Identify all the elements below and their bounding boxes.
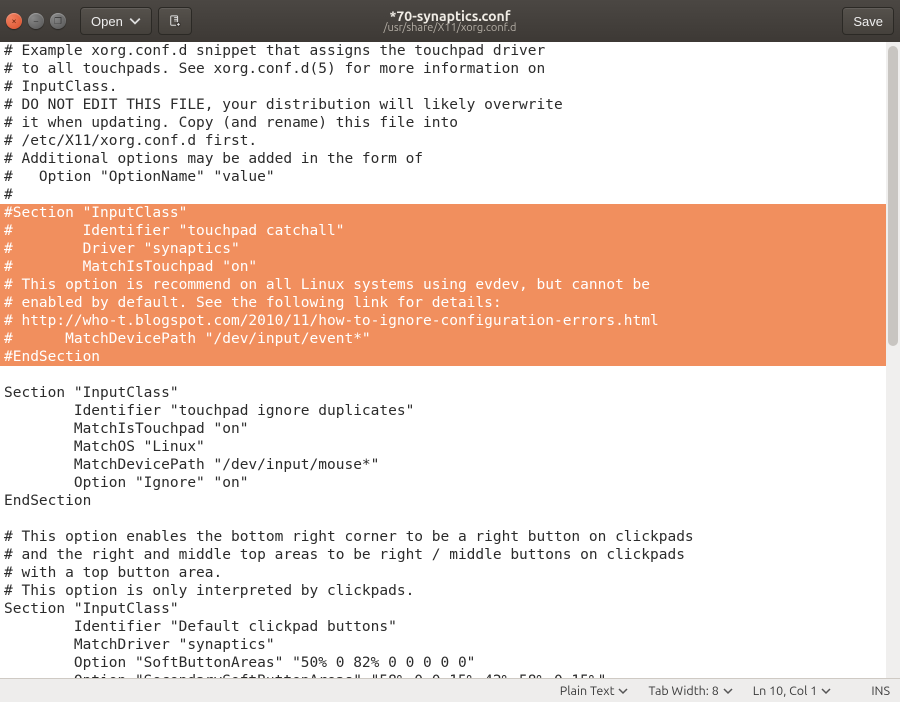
titlebar: × – ❐ Open *70-synaptics.conf /usr/share…	[0, 0, 900, 42]
syntax-mode-dropdown[interactable]: Plain Text	[560, 684, 629, 698]
maximize-icon[interactable]: ❐	[50, 13, 66, 29]
chevron-down-icon	[821, 686, 831, 696]
minimize-icon[interactable]: –	[28, 13, 44, 29]
cursor-position[interactable]: Ln 10, Col 1	[753, 684, 832, 698]
statusbar: Plain Text Tab Width: 8 Ln 10, Col 1 INS	[0, 678, 900, 702]
insert-mode[interactable]: INS	[871, 684, 890, 698]
close-icon[interactable]: ×	[6, 13, 22, 29]
chevron-down-icon	[723, 686, 733, 696]
tab-width-dropdown[interactable]: Tab Width: 8	[648, 684, 732, 698]
chevron-down-icon	[618, 686, 628, 696]
open-button[interactable]: Open	[80, 7, 152, 35]
window-controls: × – ❐	[6, 13, 66, 29]
save-button[interactable]: Save	[842, 7, 894, 35]
cursor-position-label: Ln 10, Col 1	[753, 684, 818, 698]
new-tab-button[interactable]	[158, 7, 192, 35]
scrollbar-track[interactable]	[886, 42, 900, 678]
tab-width-label: Tab Width: 8	[648, 684, 718, 698]
open-button-label: Open	[91, 14, 123, 29]
syntax-mode-label: Plain Text	[560, 684, 615, 698]
editor-area[interactable]: # Example xorg.conf.d snippet that assig…	[0, 42, 900, 678]
code-content[interactable]: # Example xorg.conf.d snippet that assig…	[0, 42, 900, 678]
chevron-down-icon	[129, 15, 141, 27]
document-path: /usr/share/X11/xorg.conf.d	[384, 22, 517, 34]
scrollbar-thumb[interactable]	[888, 46, 898, 346]
document-title: *70-synaptics.conf	[389, 8, 510, 24]
new-document-icon	[169, 15, 181, 27]
save-button-label: Save	[853, 14, 883, 29]
